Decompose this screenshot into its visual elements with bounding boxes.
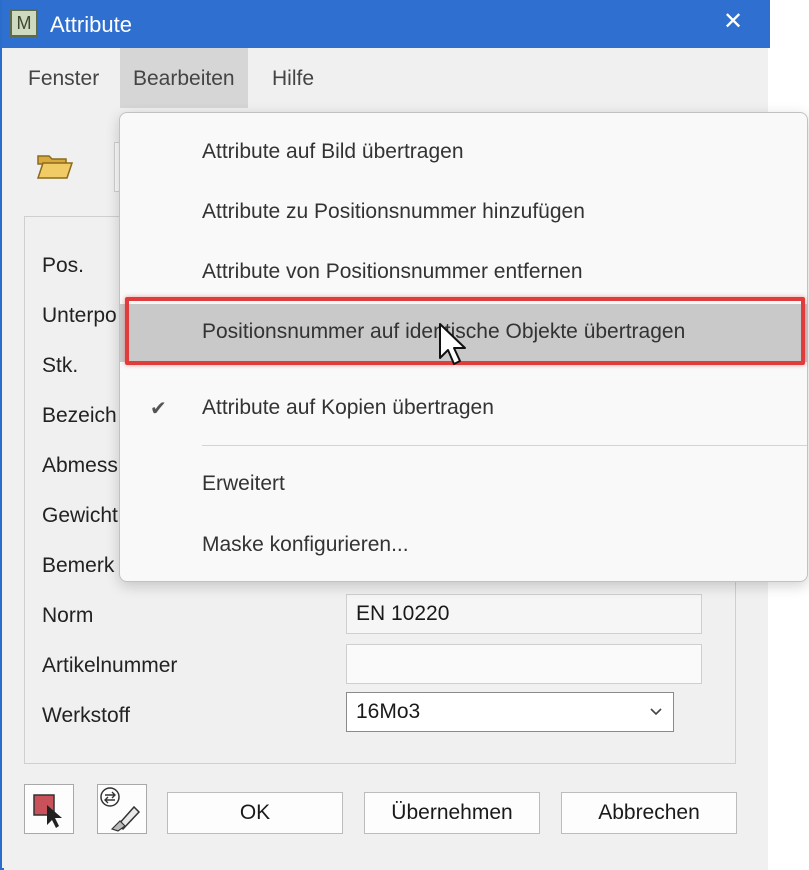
menu-separator (202, 445, 807, 446)
label-unterpos: Unterpo (42, 304, 117, 327)
label-gewicht: Gewicht (42, 504, 118, 527)
cancel-button[interactable]: Abbrechen (561, 792, 737, 834)
menu-bar: Fenster Bearbeiten Hilfe (4, 48, 768, 108)
werkstoff-select[interactable]: 16Mo3 (346, 692, 674, 732)
menu-fenster[interactable]: Fenster (15, 48, 112, 108)
menu-hilfe[interactable]: Hilfe (259, 48, 327, 108)
folder-open-icon[interactable] (36, 152, 74, 180)
menu-item-label: Attribute zu Positionsnummer hinzufügen (202, 200, 585, 223)
label-norm: Norm (42, 604, 94, 627)
werkstoff-value: 16Mo3 (356, 700, 421, 723)
label-werkstoff: Werkstoff (42, 704, 130, 727)
menu-item-label: Attribute auf Bild übertragen (202, 140, 464, 163)
norm-field[interactable]: EN 10220 (346, 594, 702, 634)
menu-item-attribute-auf-bild[interactable]: Attribute auf Bild übertragen (120, 124, 807, 182)
menu-item-label: Attribute von Positionsnummer entfernen (202, 260, 583, 283)
ok-button[interactable]: OK (167, 792, 343, 834)
label-bemerkung: Bemerk (42, 554, 115, 577)
close-button[interactable]: ✕ (718, 7, 748, 37)
chevron-down-icon (650, 708, 662, 716)
window-title: Attribute (50, 12, 132, 37)
label-artikelnummer: Artikelnummer (42, 654, 178, 677)
label-bezeichnung: Bezeich (42, 404, 117, 427)
menu-item-label: Maske konfigurieren... (202, 533, 409, 556)
menu-item-erweitert[interactable]: Erweitert (120, 456, 807, 514)
app-icon: M (10, 9, 38, 37)
pick-attributes-icon (33, 794, 62, 828)
label-stk: Stk. (42, 354, 79, 377)
menu-item-label: Erweitert (202, 472, 285, 495)
menu-bearbeiten[interactable]: Bearbeiten (120, 48, 248, 108)
title-bar: M Attribute ✕ (2, 0, 770, 48)
pick-attributes-button[interactable] (24, 784, 74, 834)
menu-item-attribute-hinzufuegen[interactable]: Attribute zu Positionsnummer hinzufügen (120, 184, 807, 242)
menu-item-attribute-auf-kopien[interactable]: ✔ Attribute auf Kopien übertragen (120, 380, 807, 438)
apply-button[interactable]: Übernehmen (364, 792, 540, 834)
artikelnummer-field[interactable] (346, 644, 702, 684)
menu-item-label: Attribute auf Kopien übertragen (202, 396, 494, 419)
menu-item-maske-konfigurieren[interactable]: Maske konfigurieren... (120, 517, 807, 575)
label-pos: Pos. (42, 254, 85, 277)
label-abmessung: Abmess (42, 454, 118, 477)
mouse-cursor-icon (439, 323, 466, 365)
transfer-attributes-icon (100, 787, 141, 832)
menu-item-attribute-entfernen[interactable]: Attribute von Positionsnummer entfernen (120, 244, 807, 302)
checkmark-icon: ✔ (150, 398, 167, 420)
transfer-attributes-button[interactable] (97, 784, 147, 834)
